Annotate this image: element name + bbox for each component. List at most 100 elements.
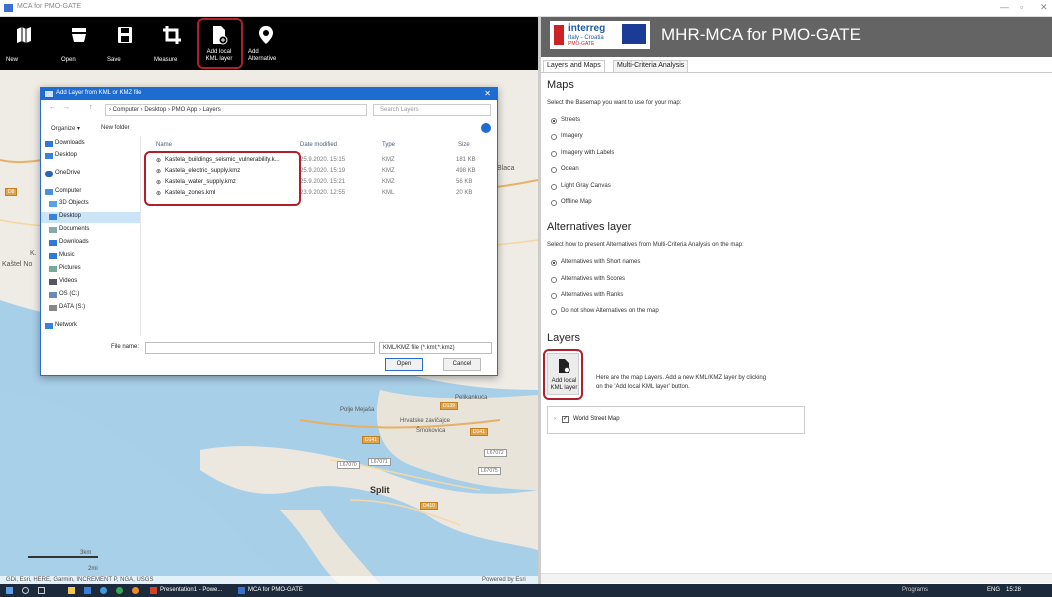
road-badge-d8: D8 (5, 188, 18, 196)
nav-computer[interactable]: Computer (55, 188, 81, 194)
nav-pictures[interactable]: Pictures (59, 265, 81, 271)
file-type: KMZ (382, 168, 395, 174)
layers-tree: › ✓ World Street Map (547, 406, 805, 434)
nav-documents[interactable]: Documents (59, 226, 89, 232)
radio-dot (551, 184, 557, 190)
mca-app-icon[interactable] (238, 587, 245, 594)
radio-label: Offline Map (561, 199, 592, 205)
road-badge-d410: D410 (420, 502, 438, 510)
powered-by-esri[interactable]: Powered by Esri (482, 577, 526, 583)
app-icon-blue[interactable] (84, 587, 91, 594)
alternatives-heading: Alternatives layer (547, 221, 632, 233)
nav-3d-objects[interactable]: 3D Objects (59, 200, 89, 206)
3d-objects-icon (49, 201, 57, 207)
pin-icon (259, 26, 273, 44)
file-type-filter[interactable]: KML/KMZ file (*.kml;*.kmz) (379, 342, 492, 354)
map-attribution: GDi, Esri, HERE, Garmin, INCREMENT P, NG… (0, 576, 538, 584)
organize-menu[interactable]: Organize ▾ (51, 125, 80, 132)
drive-s-icon (49, 305, 57, 311)
col-name[interactable]: Name (156, 142, 172, 148)
tray-programs[interactable]: Programs (902, 587, 928, 593)
nav-data-s[interactable]: DATA (S:) (59, 304, 85, 310)
chrome-icon[interactable] (116, 587, 123, 594)
logo-line2: PMO-GATE (568, 41, 595, 47)
tab-layers-and-maps[interactable]: Layers and Maps (543, 60, 605, 72)
nav-videos[interactable]: Videos (59, 278, 77, 284)
add-alternative-button[interactable]: Add Alternative (246, 19, 285, 66)
file-explorer-icon[interactable] (68, 587, 75, 594)
cancel-button[interactable]: Cancel (443, 358, 481, 371)
open-button[interactable]: Open (59, 19, 98, 66)
col-type[interactable]: Type (382, 142, 395, 148)
firefox-icon[interactable] (132, 587, 139, 594)
back-button[interactable]: ← (49, 104, 56, 111)
close-button[interactable]: ✕ (1040, 2, 1048, 13)
file-name-input[interactable] (145, 342, 375, 354)
search-icon[interactable] (22, 587, 29, 594)
maps-heading: Maps (547, 79, 574, 91)
open-button-dialog[interactable]: Open (385, 358, 423, 371)
layer-world-street-map[interactable]: World Street Map (573, 416, 620, 422)
nav-network[interactable]: Network (55, 322, 77, 328)
measure-label: Measure (154, 57, 178, 63)
window-title: MCA for PMO-GATE (17, 3, 82, 10)
forward-button[interactable]: → (63, 104, 70, 111)
windows-start-icon[interactable] (6, 587, 13, 594)
nav-music[interactable]: Music (59, 252, 75, 258)
radio-dot (551, 260, 557, 266)
window-titlebar: MCA for PMO-GATE — ▫ ✕ (0, 0, 1052, 17)
side-panel: interreg Italy - Croatia PMO-GATE MHR-MC… (541, 17, 1052, 584)
logo-brand: interreg (568, 23, 606, 34)
tray-language[interactable]: ENG (987, 587, 1000, 593)
music-icon (49, 253, 57, 259)
nav-desktop-selected[interactable]: Desktop (59, 213, 81, 219)
nav-os-c[interactable]: OS (C:) (59, 291, 79, 297)
highlight-toolbar-button (197, 18, 243, 69)
tab-divider (541, 72, 1052, 73)
radio-label: Alternatives with Short names (561, 259, 641, 265)
tray-clock[interactable]: 15:28 (1006, 587, 1021, 593)
scale-km: 3km (80, 550, 92, 556)
new-button[interactable]: New (4, 19, 43, 66)
task-view-icon[interactable] (38, 587, 45, 594)
nav-onedrive[interactable]: OneDrive (55, 170, 80, 176)
file-name-row: File name: KML/KMZ file (*.kml;*.kmz) (41, 340, 497, 356)
new-folder-button[interactable]: New folder (101, 125, 130, 131)
expand-chevron-icon[interactable]: › (554, 416, 556, 422)
scale-mi: 2mi (88, 566, 98, 572)
map-label-blaca: Blaca (497, 165, 515, 172)
edge-icon[interactable] (100, 587, 107, 594)
up-button[interactable]: ↑ (89, 104, 93, 111)
map-label-split: Split (370, 485, 390, 495)
col-size[interactable]: Size (458, 142, 470, 148)
radio-dot (551, 167, 557, 173)
panel-header: interreg Italy - Croatia PMO-GATE MHR-MC… (541, 17, 1052, 57)
nav-downloads2[interactable]: Downloads (59, 239, 89, 245)
save-button[interactable]: Save (105, 19, 144, 66)
minimize-button[interactable]: — (1000, 2, 1009, 12)
alternatives-description: Select how to present Alternatives from … (547, 242, 744, 248)
tab-multi-criteria-analysis[interactable]: Multi-Criteria Analysis (613, 60, 689, 72)
powerpoint-icon[interactable] (150, 587, 157, 594)
layer-checkbox[interactable]: ✓ (562, 416, 569, 423)
add-alternative-label: Add Alternative (248, 49, 277, 62)
maximize-button[interactable]: ▫ (1020, 2, 1023, 12)
measure-button[interactable]: Measure (152, 19, 191, 66)
help-icon[interactable] (481, 123, 491, 133)
address-bar[interactable]: › Computer › Desktop › PMO App › Layers (105, 104, 367, 116)
onedrive-icon (45, 171, 53, 177)
search-input[interactable]: Search Layers (373, 104, 491, 116)
nav-desktop[interactable]: Desktop (55, 152, 77, 158)
taskbar-mca[interactable]: MCA for PMO-GATE (248, 587, 303, 593)
road-badge-d139: D139 (440, 402, 458, 410)
nav-downloads[interactable]: Downloads (55, 140, 85, 146)
road-badge-l67072: L67072 (484, 449, 507, 457)
horizontal-scrollbar[interactable] (541, 573, 1052, 583)
taskbar-powerpoint[interactable]: Presentation1 - Powe... (160, 587, 222, 593)
pictures-icon (49, 266, 57, 272)
dialog-close-button[interactable]: ✕ (484, 89, 491, 98)
col-date[interactable]: Date modified (300, 142, 337, 148)
app-icon (4, 4, 13, 12)
crop-icon (163, 26, 181, 44)
file-size: 20 KB (456, 190, 473, 196)
